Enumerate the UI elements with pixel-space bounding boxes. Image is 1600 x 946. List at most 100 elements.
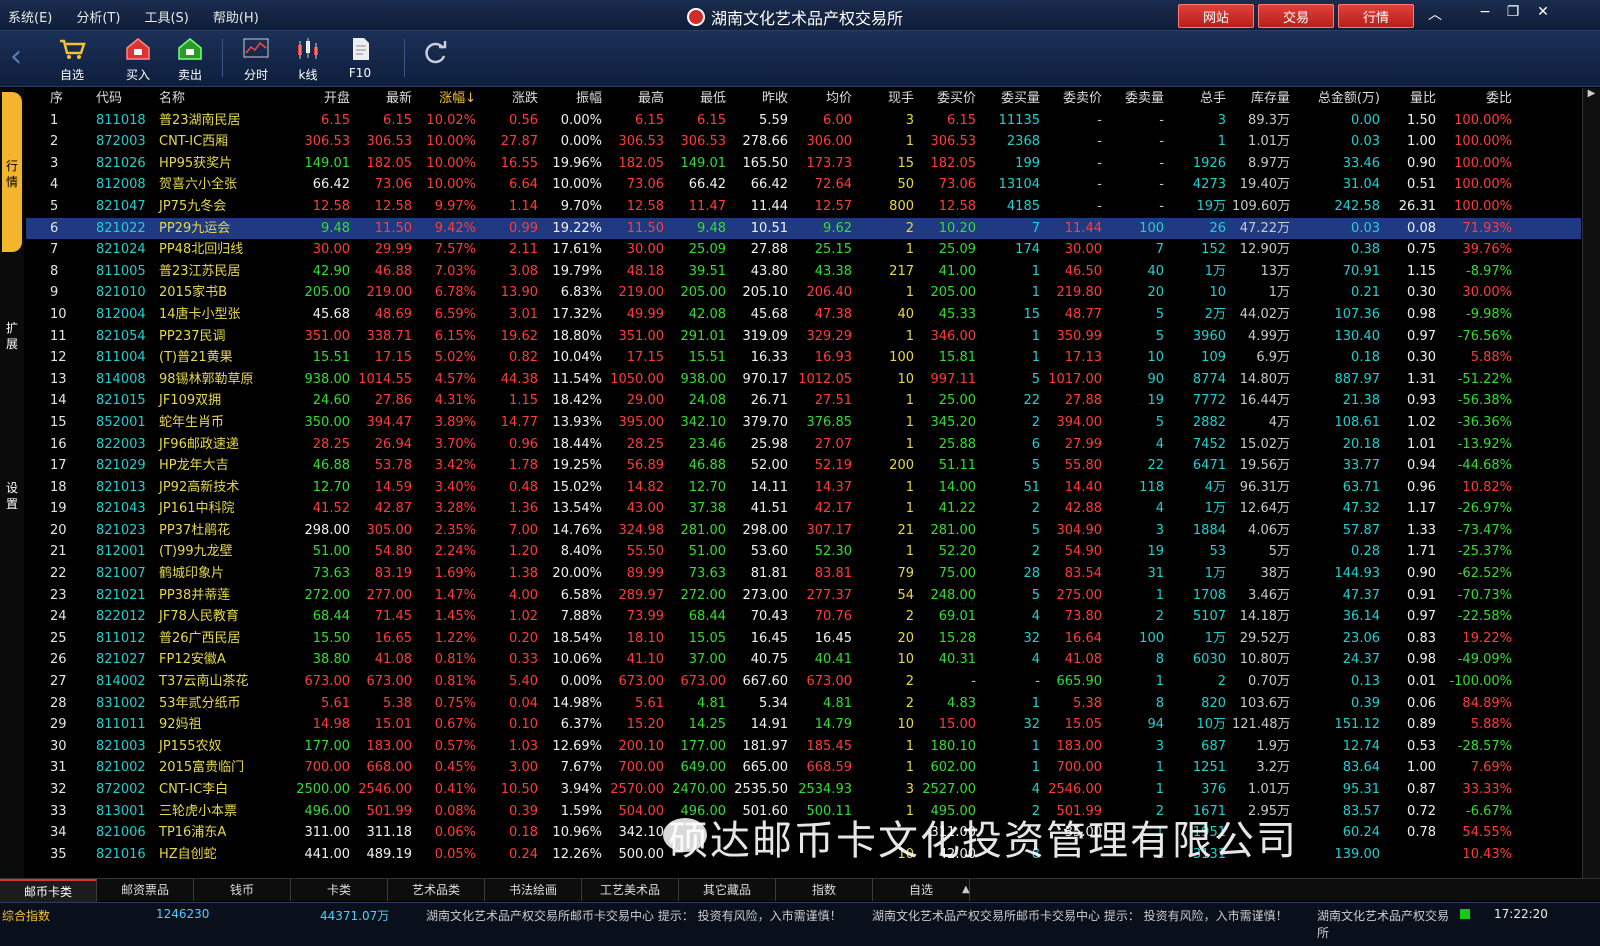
cell-col-high: 6.15 <box>635 112 664 128</box>
refresh-button[interactable] <box>414 41 458 70</box>
menu-help[interactable]: 帮助(H) <box>213 7 259 26</box>
side-tab-extend[interactable]: 扩展 <box>2 320 22 352</box>
restore-icon[interactable]: ❐ <box>1502 4 1524 20</box>
header-col-amplitude[interactable]: 振幅 <box>544 88 602 109</box>
header-col-total-vol[interactable]: 总手 <box>1170 88 1226 109</box>
table-row[interactable]: 22 821007 鹤城印象片 73.63 83.19 1.69% 1.38 20.00% 89… <box>26 563 1581 585</box>
header-col-low[interactable]: 最低 <box>670 88 726 109</box>
cell-col-volume-now: 1 <box>905 738 914 754</box>
collapse-icon[interactable]: ︿ <box>1424 4 1446 24</box>
tabs-more-icon[interactable]: ▲ <box>962 879 970 901</box>
header-col-open[interactable]: 开盘 <box>288 88 350 109</box>
header-col-change[interactable]: 涨跌 <box>482 88 538 109</box>
cell-col-avg: 668.59 <box>806 760 853 776</box>
close-icon[interactable]: ✕ <box>1532 4 1554 20</box>
table-row[interactable]: 23 821021 PP38并蒂莲 272.00 277.00 1.47% 4.00 6.58… <box>26 585 1581 607</box>
quotes-button[interactable]: 行情 <box>1338 4 1414 28</box>
f10-button[interactable]: F10 <box>338 37 382 80</box>
category-tab[interactable]: 邮币卡类 <box>0 879 97 903</box>
table-row[interactable]: 2 872003 CNT-IC西厢 306.53 306.53 10.00% 27.87 0.… <box>26 131 1581 153</box>
table-row[interactable]: 5 821047 JP75九冬会 12.58 12.58 9.97% 1.14 9.70% 12… <box>26 196 1581 218</box>
table-row[interactable]: 7 821024 PP48北回归线 30.00 29.99 7.57% 2.11 17.61%… <box>26 239 1581 261</box>
table-row[interactable]: 12 811004 (T)普21黄果 15.51 17.15 5.02% 0.82 10.04… <box>26 347 1581 369</box>
header-col-volume-now[interactable]: 现手 <box>858 88 914 109</box>
header-col-bid-qty[interactable]: 委买量 <box>982 88 1040 109</box>
table-row[interactable]: 3 821026 HP95获奖片 149.01 182.05 10.00% 16.55 19.… <box>26 153 1581 175</box>
table-row[interactable]: 10 812004 14唐卡小型张 45.68 48.69 6.59% 3.01 17.32%… <box>26 304 1581 326</box>
category-tab[interactable]: 艺术品类 <box>388 879 485 901</box>
cell-col-low: 306.53 <box>680 134 727 150</box>
header-col-change-pct[interactable]: 涨幅↓ <box>418 88 476 109</box>
header-col-index[interactable]: 序 <box>50 88 70 109</box>
table-row[interactable]: 28 831002 53年贰分纸币 5.61 5.38 0.75% 0.04 14.98% 5.… <box>26 693 1581 715</box>
header-col-order-ratio[interactable]: 委比 <box>1442 88 1512 109</box>
table-row[interactable]: 32 872002 CNT-IC李白 2500.00 2546.00 0.41% 10.50… <box>26 779 1581 801</box>
header-col-prev-close[interactable]: 昨收 <box>732 88 788 109</box>
intraday-button[interactable]: 分时 <box>234 37 278 83</box>
header-col-last[interactable]: 最新 <box>356 88 412 109</box>
buy-button[interactable]: 买入 <box>116 37 160 83</box>
table-row[interactable]: 29 811011 92妈祖 14.98 15.01 0.67% 0.10 6.37% 15.2… <box>26 714 1581 736</box>
cell-col-avg: 14.37 <box>814 479 852 495</box>
cell-col-amplitude: 18.42% <box>552 393 602 409</box>
menu-system[interactable]: 系统(E) <box>8 7 52 26</box>
kline-button[interactable]: k线 <box>286 37 330 83</box>
header-col-high[interactable]: 最高 <box>608 88 664 109</box>
vertical-scrollbar[interactable]: ▶ <box>1582 88 1600 878</box>
table-row[interactable]: 11 821054 PP237民调 351.00 338.71 6.15% 19.62 18.… <box>26 326 1581 348</box>
header-col-amount[interactable]: 总金额(万) <box>1296 88 1380 109</box>
cell-col-volume-ratio: 1.71 <box>1407 544 1436 560</box>
table-row[interactable]: 14 821015 JF109双拥 24.60 27.86 4.31% 1.15 18.42%… <box>26 390 1581 412</box>
header-col-avg[interactable]: 均价 <box>794 88 852 109</box>
table-row[interactable]: 17 821029 HP龙年大吉 46.88 53.78 3.42% 1.78 19.25% 5… <box>26 455 1581 477</box>
table-row[interactable]: 4 812008 贺喜六小全张 66.42 73.06 10.00% 6.64 10.00% 7… <box>26 174 1581 196</box>
table-row[interactable]: 21 812001 (T)99九龙壁 51.00 54.80 2.24% 1.20 8.40%… <box>26 541 1581 563</box>
cell-col-last: 15.01 <box>374 717 412 733</box>
table-row[interactable]: 16 822003 JF96邮政速递 28.25 26.94 3.70% 0.96 18.44… <box>26 434 1581 456</box>
table-row[interactable]: 6 821022 PP29九运会 9.48 11.50 9.42% 0.99 19.22% 11… <box>26 217 1581 240</box>
sell-button[interactable]: 卖出 <box>168 37 212 83</box>
table-row[interactable]: 9 821010 2015家书B 205.00 219.00 6.78% 13.90 6.83… <box>26 282 1581 304</box>
side-tab-settings[interactable]: 设置 <box>2 480 22 512</box>
refresh-icon <box>425 41 447 64</box>
table-row[interactable]: 25 811012 普26广西民居 15.50 16.65 1.22% 0.20 18.54%… <box>26 628 1581 650</box>
header-col-bid-price[interactable]: 委买价 <box>920 88 976 109</box>
header-col-ask-price[interactable]: 委卖价 <box>1046 88 1102 109</box>
table-row[interactable]: 30 821003 JP155农奴 177.00 183.00 0.57% 1.03 12.6… <box>26 736 1581 758</box>
table-row[interactable]: 26 821027 FP12安徽A 38.80 41.08 0.81% 0.33 10.06%… <box>26 649 1581 671</box>
side-tab-quotes[interactable]: 行情 <box>2 92 22 252</box>
header-col-volume-ratio[interactable]: 量比 <box>1386 88 1436 109</box>
table-row[interactable]: 24 822012 JF78人民教育 68.44 71.45 1.45% 1.02 7.88%… <box>26 606 1581 628</box>
back-arrow-icon[interactable]: ‹ <box>10 42 22 72</box>
cell-col-open: 14.98 <box>312 717 350 733</box>
category-tab[interactable]: 指数 <box>776 879 873 901</box>
table-row[interactable]: 20 821023 PP37杜鹃花 298.00 305.00 2.35% 7.00 14.7… <box>26 520 1581 542</box>
scroll-right-icon[interactable]: ▶ <box>1583 88 1600 99</box>
table-row[interactable]: 15 852001 蛇年生肖币 350.00 394.47 3.89% 14.77 13.93… <box>26 412 1581 434</box>
table-row[interactable]: 13 814008 98锡林郭勒草原 938.00 1014.55 4.57% 44.38 1… <box>26 369 1581 391</box>
header-col-ask-qty[interactable]: 委卖量 <box>1108 88 1164 109</box>
minimize-icon[interactable]: − <box>1474 4 1496 20</box>
table-row[interactable]: 31 821002 2015富贵临门 700.00 668.00 0.45% 3.00 7.6… <box>26 757 1581 779</box>
category-tab[interactable]: 工艺美术品 <box>582 879 679 901</box>
menu-tools[interactable]: 工具(S) <box>144 7 188 26</box>
category-tab[interactable]: 其它藏品 <box>679 879 776 901</box>
table-row[interactable]: 1 811018 普23湖南民居 6.15 6.15 10.02% 0.56 0.00% 6.1… <box>26 110 1581 132</box>
table-row[interactable]: 19 821043 JP161中科院 41.52 42.87 3.28% 1.36 13.54… <box>26 498 1581 520</box>
header-col-inventory[interactable]: 库存量 <box>1232 88 1290 109</box>
menu-analysis[interactable]: 分析(T) <box>76 7 120 26</box>
category-tab[interactable]: 卡类 <box>291 879 388 901</box>
website-button[interactable]: 网站 <box>1178 4 1254 28</box>
category-tab[interactable]: 钱币 <box>194 879 291 901</box>
header-col-name[interactable]: 名称 <box>159 88 289 109</box>
table-row[interactable]: 27 814002 T37云南山茶花 673.00 673.00 0.81% 5.40 0.0… <box>26 671 1581 693</box>
header-col-code[interactable]: 代码 <box>96 88 156 109</box>
watchlist-button[interactable]: 自选 <box>50 37 94 83</box>
table-row[interactable]: 8 811005 普23江苏民居 42.90 46.88 7.03% 3.08 19.79% 4… <box>26 261 1581 283</box>
category-tab[interactable]: 邮资票品 <box>97 879 194 901</box>
table-row[interactable]: 18 821013 JP92高新技术 12.70 14.59 3.40% 0.48 15.02… <box>26 477 1581 499</box>
cell-col-change-pct: 2.35% <box>434 522 476 538</box>
trade-button[interactable]: 交易 <box>1258 4 1334 28</box>
category-tab[interactable]: 自选 <box>873 879 970 901</box>
category-tab[interactable]: 书法绘画 <box>485 879 582 901</box>
